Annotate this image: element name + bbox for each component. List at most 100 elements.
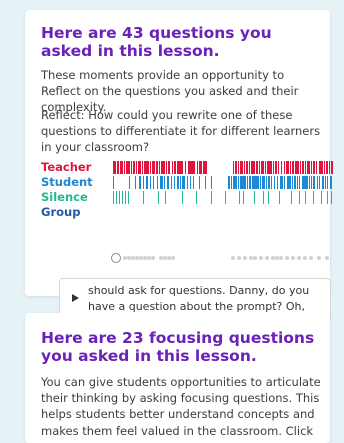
timeline-segment[interactable] xyxy=(166,161,167,174)
timeline-segment[interactable] xyxy=(299,191,300,204)
timeline-segment[interactable] xyxy=(244,161,245,174)
timeline-segment[interactable] xyxy=(211,191,212,204)
timeline-segment[interactable] xyxy=(302,161,304,174)
timeline-segment[interactable] xyxy=(291,191,292,204)
timeline-segment[interactable] xyxy=(261,161,264,174)
teacher-talk-track[interactable] xyxy=(113,161,333,174)
timeline-segment[interactable] xyxy=(313,191,314,204)
timeline-segment[interactable] xyxy=(292,176,293,189)
timeline-segment[interactable] xyxy=(171,176,172,189)
timeline-segment[interactable] xyxy=(275,161,277,174)
timeline-segment[interactable] xyxy=(119,191,120,204)
timeline-segment[interactable] xyxy=(300,161,301,174)
timeline-segment[interactable] xyxy=(197,161,198,174)
timeline-segment[interactable] xyxy=(139,176,141,189)
timeline-segment[interactable] xyxy=(247,176,248,189)
timeline-segment[interactable] xyxy=(122,191,123,204)
timeline-segment[interactable] xyxy=(263,191,264,204)
scrubber-moment-dot[interactable] xyxy=(309,256,313,260)
timeline-segment[interactable] xyxy=(239,191,240,204)
scrubber-moment-dot[interactable] xyxy=(253,256,257,260)
timeline-segment[interactable] xyxy=(240,161,243,174)
timeline-segment[interactable] xyxy=(295,161,299,174)
scrubber-moment-dot[interactable] xyxy=(279,256,283,260)
scrubber-moment-dot[interactable] xyxy=(291,256,295,260)
timeline-segment[interactable] xyxy=(116,191,117,204)
timeline-segment[interactable] xyxy=(259,161,260,174)
timeline-segment[interactable] xyxy=(329,161,330,174)
timeline-segment[interactable] xyxy=(180,176,181,189)
timeline-segment[interactable] xyxy=(135,176,136,189)
timeline-segment[interactable] xyxy=(157,176,158,189)
timeline-segment[interactable] xyxy=(299,176,300,189)
timeline-segment[interactable] xyxy=(164,176,165,189)
timeline-segment[interactable] xyxy=(185,161,186,174)
timeline-scrubber[interactable] xyxy=(111,253,333,263)
timeline-segment[interactable] xyxy=(274,176,275,189)
timeline-segment[interactable] xyxy=(249,176,251,189)
timeline-segment[interactable] xyxy=(292,161,294,174)
timeline-segment[interactable] xyxy=(117,161,119,174)
scrubber-moment-dot[interactable] xyxy=(265,256,269,260)
timeline-segment[interactable] xyxy=(327,191,328,204)
timeline-segment[interactable] xyxy=(228,176,230,189)
timeline-segment[interactable] xyxy=(150,176,151,189)
timeline-segment[interactable] xyxy=(305,191,306,204)
timeline-segment[interactable] xyxy=(305,161,306,174)
timeline-segment[interactable] xyxy=(286,161,289,174)
timeline-segment[interactable] xyxy=(233,176,237,189)
timeline-segment[interactable] xyxy=(174,176,175,189)
timeline-segment[interactable] xyxy=(277,176,278,189)
timeline-segment[interactable] xyxy=(324,161,325,174)
timeline-segment[interactable] xyxy=(120,161,123,174)
timeline-segment[interactable] xyxy=(131,161,132,174)
timeline-segment[interactable] xyxy=(319,176,320,189)
scrubber-moment-dot[interactable] xyxy=(325,256,329,260)
timeline-segment[interactable] xyxy=(321,191,322,204)
timeline-segment[interactable] xyxy=(211,176,212,189)
timeline-segment[interactable] xyxy=(113,161,116,174)
timeline-segment[interactable] xyxy=(152,161,155,174)
timeline-segment[interactable] xyxy=(251,161,255,174)
timeline-segment[interactable] xyxy=(238,176,239,189)
timeline-segment[interactable] xyxy=(330,176,332,189)
timeline-segment[interactable] xyxy=(240,176,246,189)
timeline-segment[interactable] xyxy=(311,176,312,189)
timeline-segment[interactable] xyxy=(136,161,137,174)
timeline-segment[interactable] xyxy=(313,176,315,189)
timeline-segment[interactable] xyxy=(326,161,328,174)
scrubber-moment-dot[interactable] xyxy=(151,256,155,260)
scrubber-moment-dot[interactable] xyxy=(243,256,247,260)
timeline-segment[interactable] xyxy=(297,176,298,189)
timeline-segment[interactable] xyxy=(243,191,244,204)
timeline-segment[interactable] xyxy=(278,161,279,174)
timeline-segment[interactable] xyxy=(113,191,114,204)
timeline-segment[interactable] xyxy=(231,176,232,189)
timeline-segment[interactable] xyxy=(233,161,234,174)
timeline-segment[interactable] xyxy=(190,176,191,189)
timeline-segment[interactable] xyxy=(331,191,332,204)
timeline-segment[interactable] xyxy=(268,191,269,204)
timeline-segment[interactable] xyxy=(252,176,259,189)
timeline-segment[interactable] xyxy=(238,161,239,174)
timeline-segment[interactable] xyxy=(150,161,151,174)
timeline-segment[interactable] xyxy=(144,161,149,174)
timeline-segment[interactable] xyxy=(174,161,176,174)
timeline-segment[interactable] xyxy=(143,176,144,189)
timeline-segment[interactable] xyxy=(182,176,185,189)
timeline-segment[interactable] xyxy=(168,161,170,174)
timeline-segment[interactable] xyxy=(199,161,202,174)
scrubber-moment-dot[interactable] xyxy=(297,256,301,260)
timeline-segment[interactable] xyxy=(279,191,280,204)
timeline-segment[interactable] xyxy=(331,161,333,174)
timeline-segment[interactable] xyxy=(302,176,308,189)
timeline-segment[interactable] xyxy=(187,176,188,189)
timeline-segment[interactable] xyxy=(113,176,114,189)
silence-track[interactable] xyxy=(113,191,333,204)
timeline-segment[interactable] xyxy=(254,191,255,204)
timeline-segment[interactable] xyxy=(205,176,206,189)
timeline-segment[interactable] xyxy=(268,176,270,189)
timeline-segment[interactable] xyxy=(327,176,328,189)
timeline-segment[interactable] xyxy=(317,176,318,189)
timeline-segment[interactable] xyxy=(203,161,207,174)
